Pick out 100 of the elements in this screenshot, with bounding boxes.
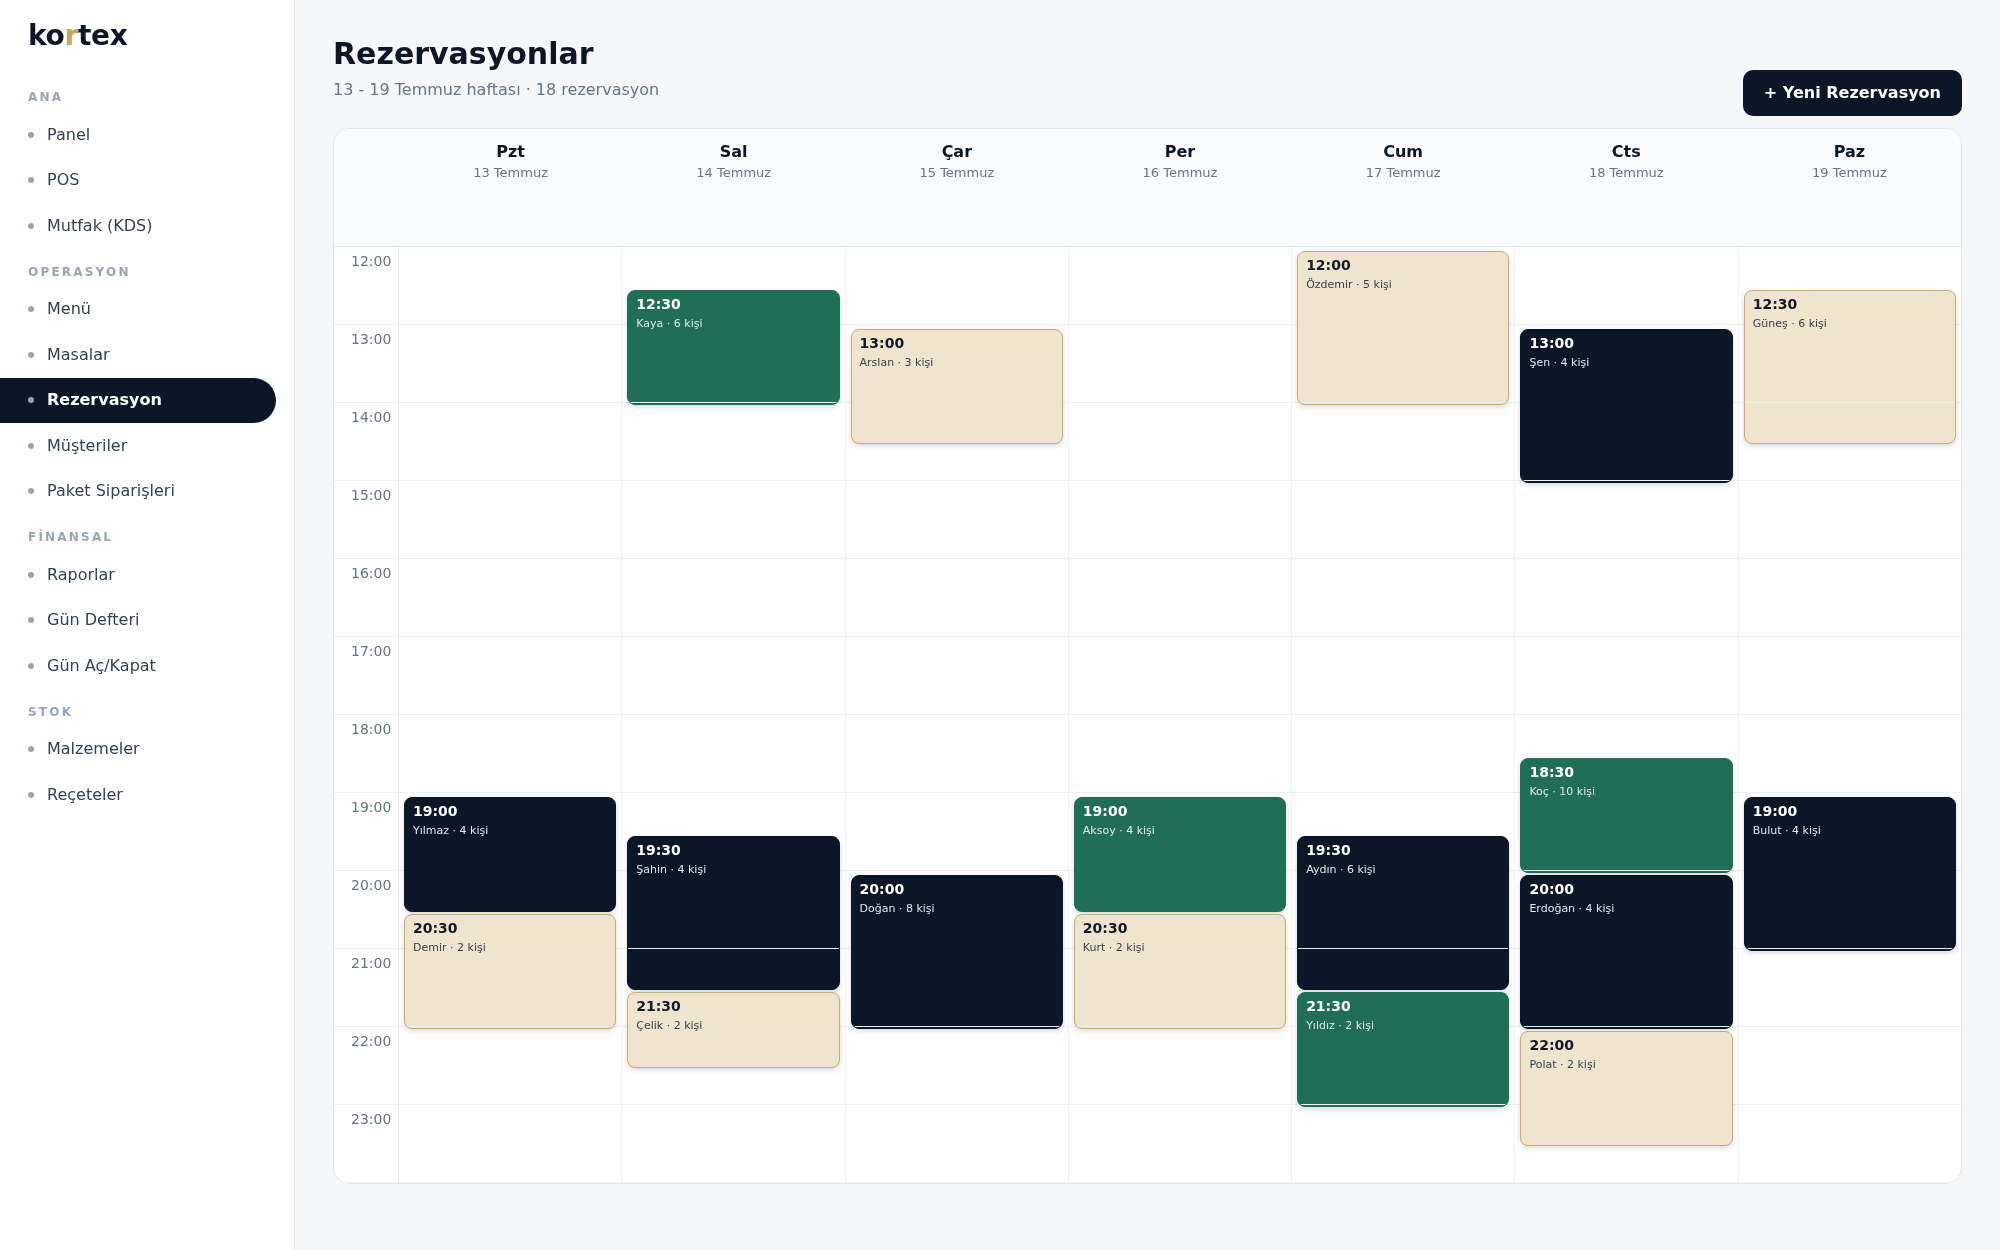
section-heading: FİNANSAL bbox=[28, 528, 114, 546]
nav-link[interactable]: Gün Aç/Kapat bbox=[0, 643, 276, 689]
day-date: 18 Temmuz bbox=[1588, 164, 1664, 182]
section-heading: OPERASYON bbox=[28, 263, 131, 281]
reservation-time: 13:00 bbox=[859, 334, 905, 352]
reservation-guest: Kurt · 2 kişi bbox=[1082, 940, 1145, 955]
day-name: Per bbox=[1164, 141, 1196, 163]
reservation-time: 12:30 bbox=[1752, 295, 1798, 313]
new-reservation-button[interactable]: + Yeni Rezervasyon bbox=[1742, 70, 1962, 116]
day-date: 17 Temmuz bbox=[1365, 164, 1441, 182]
nav-link[interactable]: Malzemeler bbox=[0, 726, 276, 772]
reservation-time: 13:00 bbox=[1529, 334, 1574, 352]
reservation-card[interactable]: 19:00 Bulut · 4 kişi bbox=[1743, 797, 1956, 951]
reservation-guest: Erdoğan · 4 kişi bbox=[1529, 901, 1615, 916]
time-label: 12:00 bbox=[351, 252, 392, 270]
day-name: Cum bbox=[1383, 141, 1424, 163]
time-label: 13:00 bbox=[351, 330, 392, 348]
reservation-card[interactable]: 19:00 Aksoy · 4 kişi bbox=[1073, 797, 1287, 912]
reservation-guest: Çelik · 2 kişi bbox=[636, 1018, 703, 1033]
time-label: 23:00 bbox=[351, 1110, 392, 1128]
reservation-time: 12:30 bbox=[636, 295, 681, 313]
day-date: 16 Temmuz bbox=[1142, 164, 1218, 182]
reservation-card[interactable]: 21:30 Çelik · 2 kişi bbox=[627, 992, 840, 1068]
bullet-dot-icon bbox=[28, 397, 34, 404]
reservation-card[interactable]: 12:30 Güneş · 6 kişi bbox=[1743, 290, 1956, 444]
reservation-card[interactable]: 21:30 Yıldız · 2 kişi bbox=[1297, 992, 1510, 1107]
day-name: Paz bbox=[1833, 141, 1866, 163]
reservation-card[interactable]: 22:00 Polat · 2 kişi bbox=[1520, 1031, 1733, 1146]
reservation-guest: Yılmaz · 4 kişi bbox=[413, 823, 489, 838]
reservation-card[interactable]: 13:00 Şen · 4 kişi bbox=[1520, 329, 1733, 483]
reservation-card[interactable]: 19:30 Şahin · 4 kişi bbox=[627, 836, 840, 990]
reservation-guest: Aksoy · 4 kişi bbox=[1082, 823, 1155, 838]
reservation-card[interactable]: 20:30 Demir · 2 kişi bbox=[404, 914, 617, 1029]
day-name: Sal bbox=[719, 141, 748, 163]
reservation-time: 19:00 bbox=[1752, 802, 1798, 820]
bullet-dot-icon bbox=[28, 177, 34, 184]
reservation-guest: Doğan · 8 kişi bbox=[859, 901, 935, 916]
page-subtitle: 13 - 19 Temmuz haftası · 18 rezervasyon bbox=[333, 79, 660, 101]
logo: kortex bbox=[28, 19, 128, 53]
reservation-card[interactable]: 19:00 Yılmaz · 4 kişi bbox=[404, 797, 617, 912]
reservation-card[interactable]: 19:30 Aydın · 6 kişi bbox=[1297, 836, 1510, 990]
reservation-time: 19:00 bbox=[413, 802, 458, 820]
nav-link[interactable]: Raporlar bbox=[0, 552, 276, 598]
reservation-card[interactable]: 20:00 Doğan · 8 kişi bbox=[850, 875, 1063, 1029]
day-date: 13 Temmuz bbox=[473, 164, 548, 182]
bullet-dot-icon bbox=[28, 351, 34, 358]
nav-link[interactable]: Masalar bbox=[0, 332, 276, 378]
bullet-dot-icon bbox=[28, 662, 34, 669]
time-label: 16:00 bbox=[351, 564, 392, 582]
nav-link[interactable]: Müşteriler bbox=[0, 423, 276, 469]
bullet-dot-icon bbox=[28, 442, 34, 449]
reservation-guest: Aydın · 6 kişi bbox=[1306, 862, 1376, 877]
bullet-dot-icon bbox=[28, 222, 34, 229]
reservation-time: 20:30 bbox=[413, 919, 458, 937]
reservation-card[interactable]: 13:00 Arslan · 3 kişi bbox=[850, 329, 1063, 444]
nav-link[interactable]: Panel bbox=[0, 112, 276, 158]
nav-link[interactable]: Mutfak (KDS) bbox=[0, 203, 276, 249]
reservation-card[interactable]: 20:00 Erdoğan · 4 kişi bbox=[1520, 875, 1733, 1029]
reservation-time: 19:30 bbox=[1306, 841, 1351, 859]
bullet-dot-icon bbox=[28, 571, 34, 578]
reservation-card[interactable]: 20:30 Kurt · 2 kişi bbox=[1073, 914, 1287, 1029]
day-name: Cts bbox=[1611, 141, 1641, 163]
reservation-time: 18:30 bbox=[1529, 763, 1574, 781]
nav-link[interactable]: Paket Siparişleri bbox=[0, 468, 276, 514]
reservation-guest: Polat · 2 kişi bbox=[1529, 1057, 1596, 1072]
section-heading: ANA bbox=[28, 89, 64, 106]
time-label: 14:00 bbox=[351, 408, 392, 426]
nav-link[interactable]: Menü bbox=[0, 286, 276, 332]
day-date: 19 Temmuz bbox=[1812, 164, 1887, 182]
nav-link[interactable]: Rezervasyon bbox=[0, 377, 276, 423]
reservation-card[interactable]: 12:00 Özdemir · 5 kişi bbox=[1297, 251, 1510, 405]
nav-link[interactable]: Gün Defteri bbox=[0, 597, 276, 643]
time-label: 17:00 bbox=[351, 642, 392, 660]
nav-link[interactable]: POS bbox=[0, 157, 276, 203]
nav-link[interactable]: Reçeteler bbox=[0, 772, 276, 818]
time-label: 21:00 bbox=[351, 954, 392, 972]
reservation-card[interactable]: 18:30 Koç · 10 kişi bbox=[1520, 758, 1733, 873]
day-name: Çar bbox=[941, 141, 973, 163]
bullet-dot-icon bbox=[28, 746, 34, 753]
reservation-time: 20:00 bbox=[859, 880, 905, 898]
page-title: Rezervasyonlar bbox=[333, 36, 594, 72]
time-label: 19:00 bbox=[351, 798, 392, 816]
reservation-card[interactable]: 12:30 Kaya · 6 kişi bbox=[627, 290, 840, 405]
reservation-guest: Yıldız · 2 kişi bbox=[1306, 1018, 1374, 1033]
day-name: Pzt bbox=[496, 141, 525, 163]
reservation-guest: Demir · 2 kişi bbox=[413, 940, 486, 955]
time-label: 20:00 bbox=[351, 876, 392, 894]
reservation-time: 20:00 bbox=[1529, 880, 1574, 898]
bullet-dot-icon bbox=[28, 617, 34, 624]
time-label: 18:00 bbox=[351, 720, 392, 738]
reservation-guest: Şahin · 4 kişi bbox=[636, 862, 707, 877]
reservation-time: 19:00 bbox=[1082, 802, 1128, 820]
bullet-dot-icon bbox=[28, 131, 34, 138]
reservation-guest: Kaya · 6 kişi bbox=[636, 316, 703, 331]
reservation-time: 21:30 bbox=[636, 997, 681, 1015]
reservation-time: 19:30 bbox=[636, 841, 681, 859]
time-label: 22:00 bbox=[351, 1032, 392, 1050]
day-date: 14 Temmuz bbox=[696, 164, 772, 182]
reservation-guest: Güneş · 6 kişi bbox=[1752, 316, 1827, 331]
reservation-guest: Koç · 10 kişi bbox=[1529, 784, 1596, 799]
